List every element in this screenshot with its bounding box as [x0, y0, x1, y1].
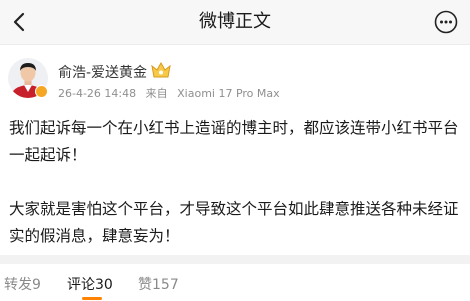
verified-badge-icon — [35, 85, 48, 98]
crown-vip-icon — [151, 61, 171, 78]
author-header: 俞浩-爱送黄金 26-4-26 14:48 来自 Xiaomi 17 Pro M… — [0, 52, 470, 102]
post-content: 我们起诉每一个在小红书上造谣的博主时，都应该连带小红书平台一起起诉！ 大家就是害… — [9, 119, 459, 245]
post-source-prefix: 来自 — [145, 87, 168, 100]
interaction-tabs: 转发9 评论30 赞157 — [0, 264, 470, 301]
tab-comment[interactable]: 评论30 — [67, 274, 113, 294]
post-meta: 26-4-26 14:48 来自 Xiaomi 17 Pro Max — [58, 85, 280, 101]
more-options-button[interactable] — [430, 6, 462, 38]
tab-like[interactable]: 赞157 — [138, 274, 179, 294]
top-navigation-bar: 微博正文 — [0, 0, 470, 45]
page-title: 微博正文 — [199, 11, 271, 32]
post-device: Xiaomi 17 Pro Max — [177, 87, 280, 100]
active-tab-indicator — [82, 297, 102, 300]
author-name[interactable]: 俞浩-爱送黄金 — [58, 62, 147, 82]
section-divider — [0, 255, 470, 264]
more-horizontal-icon — [434, 10, 458, 34]
tab-repost[interactable]: 转发9 — [4, 274, 41, 294]
post-timestamp: 26-4-26 14:48 — [58, 87, 137, 100]
